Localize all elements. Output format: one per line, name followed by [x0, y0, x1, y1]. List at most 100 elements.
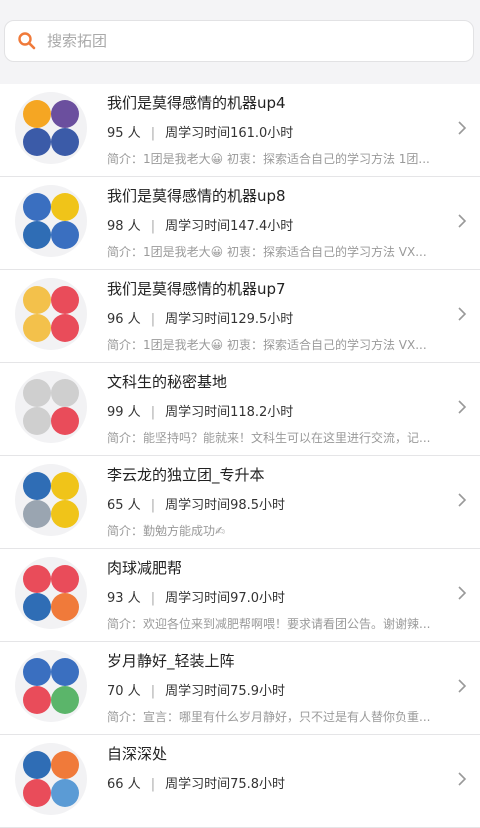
- avatar-tile: [51, 658, 79, 686]
- weekly-study-time: 周学习时间129.5小时: [165, 312, 294, 327]
- avatar-tile: [51, 314, 79, 342]
- group-meta: 70 人 | 周学习时间75.9小时: [107, 680, 285, 699]
- member-count: 65 人: [107, 498, 141, 513]
- avatar-tile: [23, 193, 51, 221]
- avatar-tile: [23, 686, 51, 714]
- group-list-item[interactable]: 我们是莫得感情的机器up7 96 人 | 周学习时间129.5小时 简介：1团是我老…: [0, 270, 480, 363]
- avatar-tile: [23, 379, 51, 407]
- meta-separator: |: [150, 591, 156, 606]
- avatar-tile: [23, 593, 51, 621]
- avatar-tile: [23, 565, 51, 593]
- avatar-tile: [23, 472, 51, 500]
- member-count: 99 人: [107, 405, 141, 420]
- avatar-tile: [23, 128, 51, 156]
- group-avatar: [15, 278, 87, 350]
- group-meta: 95 人 | 周学习时间161.0小时: [107, 122, 293, 141]
- meta-separator: |: [150, 684, 156, 699]
- weekly-study-time: 周学习时间75.8小时: [165, 777, 286, 792]
- group-title: 我们是莫得感情的机器up4: [107, 94, 286, 112]
- chevron-right-icon: [458, 307, 467, 321]
- search-icon: [18, 32, 36, 50]
- avatar-tile: [51, 500, 79, 528]
- chevron-right-icon: [458, 493, 467, 507]
- weekly-study-time: 周学习时间98.5小时: [165, 498, 286, 513]
- avatar-tile: [23, 221, 51, 249]
- group-list-item[interactable]: 我们是莫得感情的机器up8 98 人 | 周学习时间147.4小时 简介：1团是我老…: [0, 177, 480, 270]
- avatar-tile: [51, 593, 79, 621]
- group-list-item[interactable]: 肉球减肥帮 93 人 | 周学习时间97.0小时 简介：欢迎各位来到减肥帮啊喂！要求…: [0, 549, 480, 642]
- group-avatar: [15, 557, 87, 629]
- group-list-item[interactable]: 李云龙的独立团_专升本 65 人 | 周学习时间98.5小时 简介：勤勉方能成功✍: [0, 456, 480, 549]
- meta-separator: |: [150, 498, 156, 513]
- member-count: 95 人: [107, 126, 141, 141]
- group-list-item[interactable]: 自深深处 66 人 | 周学习时间75.8小时: [0, 735, 480, 828]
- meta-separator: |: [150, 126, 156, 141]
- group-list-item[interactable]: 我们是莫得感情的机器up4 95 人 | 周学习时间161.0小时 简介：1团是我老…: [0, 84, 480, 177]
- avatar-tile: [51, 193, 79, 221]
- avatar-tile: [51, 407, 79, 435]
- group-meta: 99 人 | 周学习时间118.2小时: [107, 401, 293, 420]
- weekly-study-time: 周学习时间118.2小时: [165, 405, 294, 420]
- meta-separator: |: [150, 405, 156, 420]
- meta-separator: |: [150, 219, 156, 234]
- group-title: 我们是莫得感情的机器up8: [107, 187, 286, 205]
- chevron-right-icon: [458, 214, 467, 228]
- group-meta: 93 人 | 周学习时间97.0小时: [107, 587, 285, 606]
- avatar-tile: [23, 286, 51, 314]
- group-intro: 简介：1团是我老大😀 初衷：探索适合自己的学习方法 VX...: [107, 338, 427, 352]
- group-list-item[interactable]: 文科生的秘密基地 99 人 | 周学习时间118.2小时 简介：能坚持吗？能就来！文…: [0, 363, 480, 456]
- avatar-tile: [51, 221, 79, 249]
- chevron-right-icon: [458, 400, 467, 414]
- chevron-right-icon: [458, 121, 467, 135]
- avatar-tile: [23, 751, 51, 779]
- meta-separator: |: [150, 312, 156, 327]
- group-intro: 简介：1团是我老大😀 初衷：探索适合自己的学习方法 1团...: [107, 152, 430, 166]
- member-count: 70 人: [107, 684, 141, 699]
- avatar-tile: [51, 128, 79, 156]
- group-intro: 简介：能坚持吗？能就来！文科生可以在这里进行交流，记...: [107, 431, 431, 445]
- group-avatar: [15, 650, 87, 722]
- member-count: 96 人: [107, 312, 141, 327]
- avatar-tile: [23, 407, 51, 435]
- group-meta: 65 人 | 周学习时间98.5小时: [107, 494, 285, 513]
- avatar-tile: [23, 500, 51, 528]
- group-title: 文科生的秘密基地: [107, 373, 228, 391]
- member-count: 66 人: [107, 777, 141, 792]
- member-count: 93 人: [107, 591, 141, 606]
- avatar-tile: [51, 779, 79, 807]
- group-intro: 简介：1团是我老大😀 初衷：探索适合自己的学习方法 VX...: [107, 245, 427, 259]
- avatar-tile: [23, 100, 51, 128]
- group-meta: 66 人 | 周学习时间75.8小时: [107, 773, 285, 792]
- group-avatar: [15, 371, 87, 443]
- avatar-tile: [23, 314, 51, 342]
- chevron-right-icon: [458, 679, 467, 693]
- avatar-tile: [51, 472, 79, 500]
- group-intro: 简介：欢迎各位来到减肥帮啊喂！要求请看团公告。谢谢辣...: [107, 617, 431, 631]
- chevron-right-icon: [458, 586, 467, 600]
- group-intro: 简介：宣言：哪里有什么岁月静好，只不过是有人替你负重...: [107, 710, 431, 724]
- weekly-study-time: 周学习时间75.9小时: [165, 684, 286, 699]
- group-avatar: [15, 92, 87, 164]
- search-bar-area: [0, 0, 480, 84]
- weekly-study-time: 周学习时间147.4小时: [165, 219, 294, 234]
- group-title: 李云龙的独立团_专升本: [107, 466, 265, 484]
- meta-separator: |: [150, 777, 156, 792]
- chevron-right-icon: [458, 772, 467, 786]
- avatar-tile: [23, 779, 51, 807]
- group-avatar: [15, 743, 87, 815]
- search-input[interactable]: [45, 31, 429, 51]
- search-box[interactable]: [4, 20, 474, 62]
- avatar-tile: [51, 686, 79, 714]
- group-list: 我们是莫得感情的机器up4 95 人 | 周学习时间161.0小时 简介：1团是我老…: [0, 84, 480, 828]
- avatar-tile: [23, 658, 51, 686]
- member-count: 98 人: [107, 219, 141, 234]
- avatar-tile: [51, 379, 79, 407]
- avatar-tile: [51, 565, 79, 593]
- avatar-tile: [51, 751, 79, 779]
- group-avatar: [15, 185, 87, 257]
- group-title: 肉球减肥帮: [107, 559, 183, 577]
- group-list-item[interactable]: 岁月静好_轻装上阵 70 人 | 周学习时间75.9小时 简介：宣言：哪里有什么岁月…: [0, 642, 480, 735]
- group-title: 岁月静好_轻装上阵: [107, 652, 235, 670]
- weekly-study-time: 周学习时间161.0小时: [165, 126, 294, 141]
- group-avatar: [15, 464, 87, 536]
